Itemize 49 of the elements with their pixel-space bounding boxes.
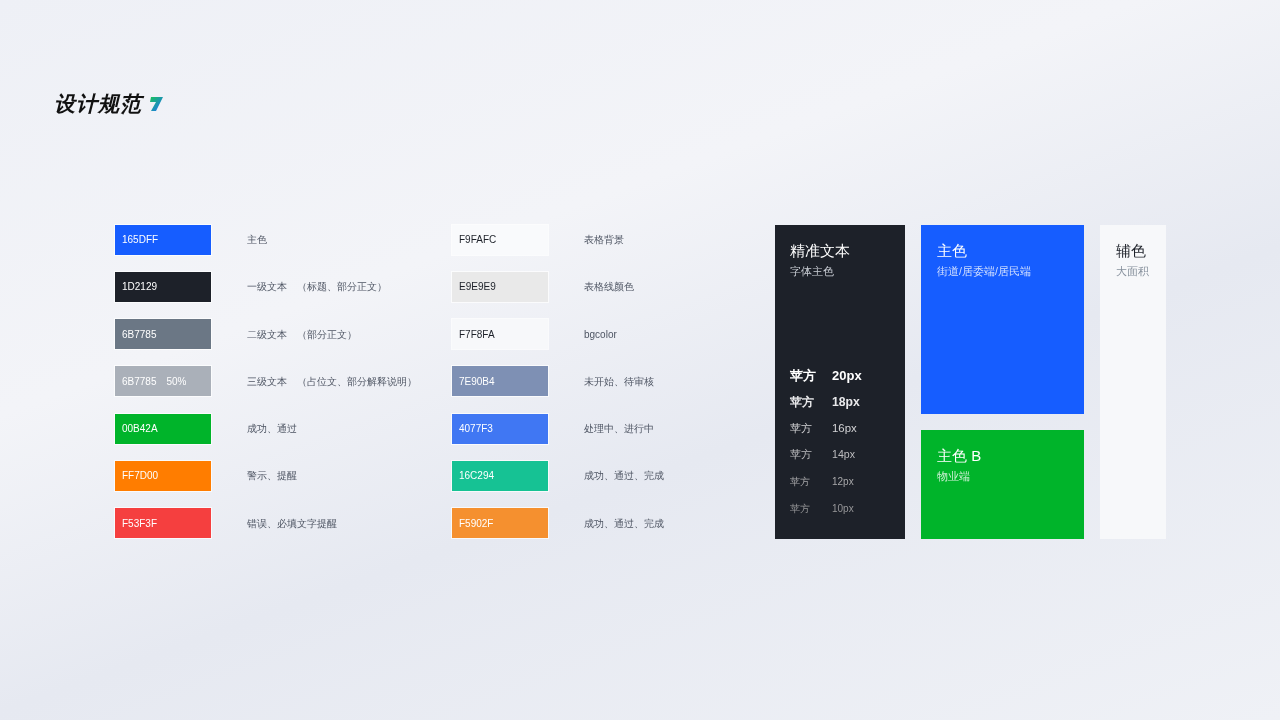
- card-subtitle: 字体主色: [790, 263, 835, 279]
- font-name: 苹方: [790, 501, 811, 516]
- color-swatch: 16C294: [452, 461, 548, 491]
- font-name: 苹方: [790, 475, 811, 490]
- color-swatch: 165DFF: [115, 224, 211, 255]
- color-swatch: FF7D00: [115, 461, 211, 491]
- card-subtitle: 物业端: [937, 468, 971, 484]
- color-swatch: 6B7785: [115, 319, 211, 350]
- swatch-label: 成功、通过、完成: [584, 469, 664, 484]
- color-swatch: F9FAFC: [452, 224, 548, 255]
- card-title: 主色 B: [937, 446, 983, 465]
- font-name: 苹方: [790, 447, 813, 463]
- swatch-label: bgcolor: [584, 327, 617, 342]
- color-swatch: F5902F: [452, 508, 548, 539]
- color-swatch: E9E9E9: [452, 271, 548, 302]
- color-swatch: 00B42A: [115, 413, 211, 444]
- swatch-label: 成功、通过、完成: [584, 516, 664, 531]
- color-swatch: 1D2129: [115, 271, 211, 302]
- font-size-label: 10px: [832, 501, 854, 516]
- swatch-label: 三级文本 （占位文、部分解释说明）: [247, 374, 417, 389]
- card-subtitle: 大面积: [1116, 263, 1150, 279]
- swatch-label: 处理中、进行中: [584, 422, 654, 437]
- swatch-label: 表格背景: [584, 233, 624, 247]
- font-size-label: 14px: [832, 447, 855, 463]
- card-title: 精准文本: [790, 241, 851, 260]
- font-size-label: 12px: [832, 475, 854, 490]
- color-swatch: 7E90B4: [452, 366, 548, 397]
- swatch-label: 二级文本 （部分正文）: [247, 327, 357, 342]
- font-name: 苹方: [790, 421, 813, 437]
- swatch-label: 未开始、待审核: [584, 374, 654, 389]
- swatch-label: 警示、提醒: [247, 469, 297, 484]
- font-size-label: 16px: [832, 421, 857, 437]
- color-swatch: 4077F3: [452, 413, 548, 444]
- swatch-label: 成功、通过: [247, 422, 297, 437]
- swatch-label: 表格线颜色: [584, 280, 634, 295]
- logo-icon: [150, 96, 163, 111]
- font-name: 苹方: [790, 367, 817, 385]
- font-name: 苹方: [790, 394, 815, 412]
- swatch-label: 错误、必填文字提醒: [247, 516, 337, 531]
- font-size-label: 18px: [832, 394, 860, 412]
- color-swatch: 6B7785 50%: [115, 366, 211, 397]
- color-swatch: F53F3F: [115, 508, 211, 539]
- card-subtitle: 街道/居委端/居民端: [937, 263, 1032, 279]
- font-size-label: 20px: [832, 367, 862, 385]
- swatch-label: 主色: [247, 233, 267, 247]
- card-title: 主色: [937, 241, 968, 260]
- color-swatch: F7F8FA: [452, 319, 548, 350]
- card-title: 辅色: [1116, 241, 1147, 260]
- swatch-label: 一级文本 （标题、部分正文）: [247, 280, 387, 295]
